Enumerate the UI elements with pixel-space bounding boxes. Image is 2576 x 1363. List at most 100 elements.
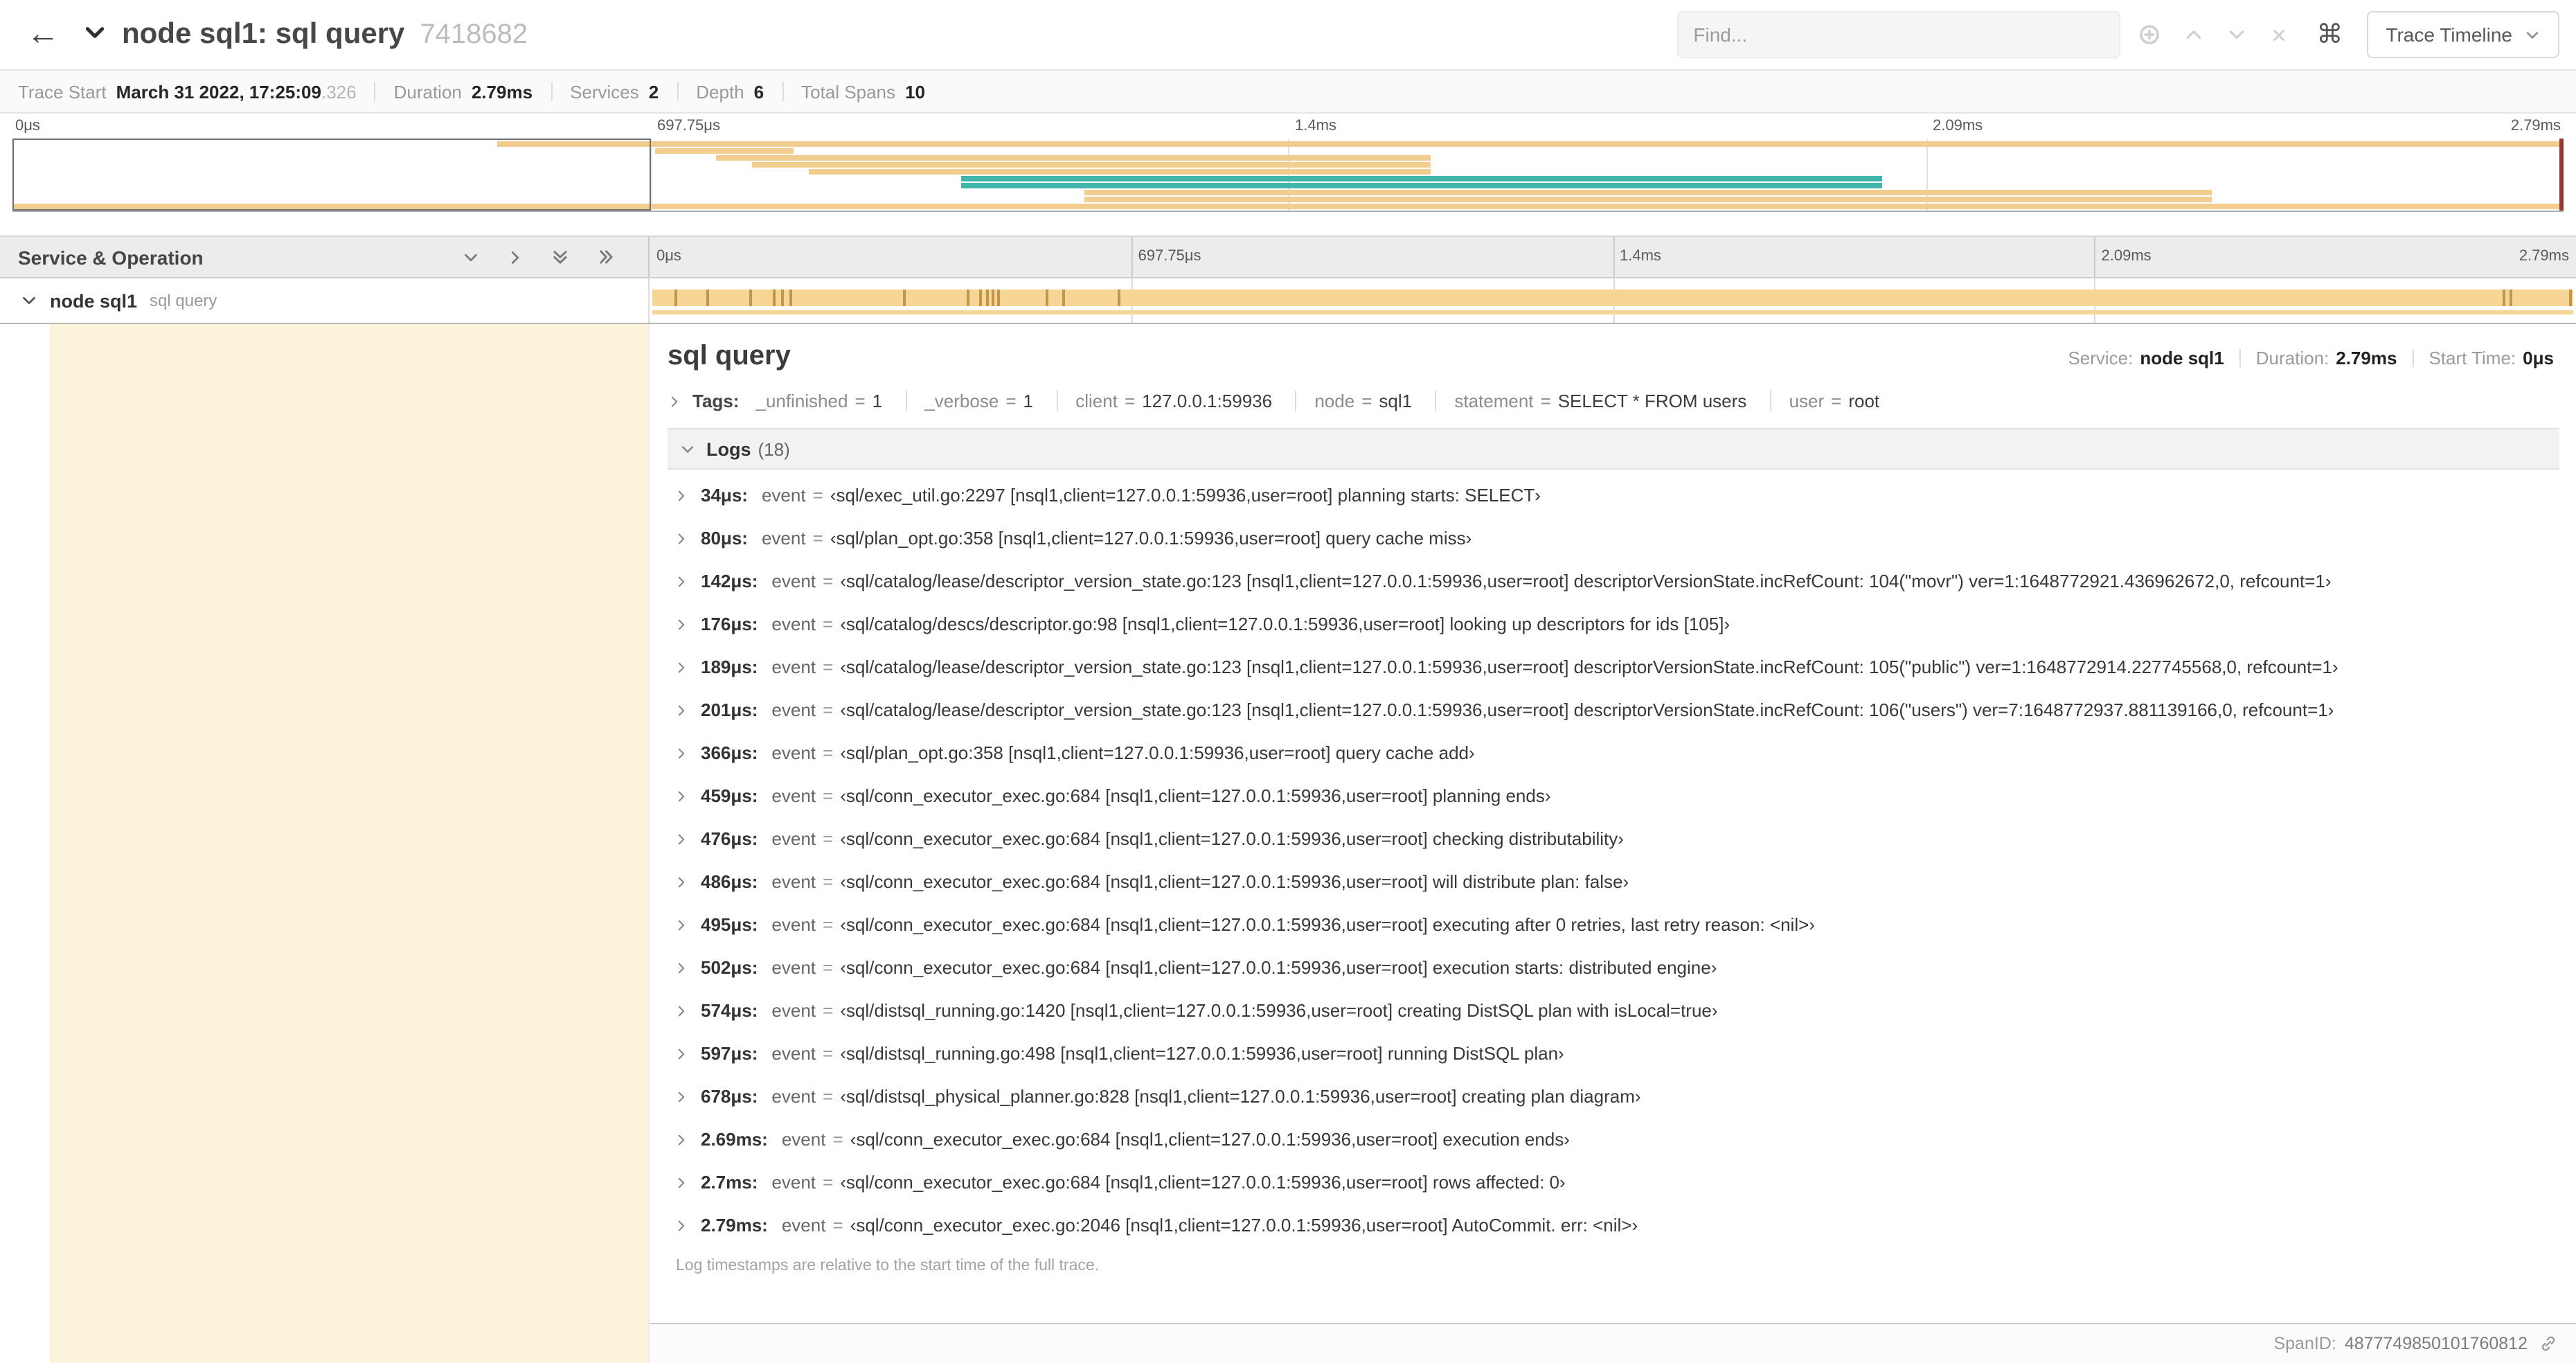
log-entry[interactable]: 486μs: event = ‹sql/conn_executor_exec.g…	[668, 860, 2559, 903]
log-marker-tick	[780, 289, 784, 306]
find-input[interactable]	[1676, 11, 2120, 58]
meta-duration-value: 2.79ms	[2336, 348, 2397, 368]
tick-label: 2.09ms	[2101, 248, 2152, 265]
trace-minimap: 0μs 697.75μs 1.4ms 2.09ms 2.79ms	[0, 114, 2576, 212]
chevron-right-icon	[674, 875, 688, 889]
expand-one-icon[interactable]	[507, 249, 524, 265]
trace-view-selector[interactable]: Trace Timeline	[2366, 11, 2559, 58]
log-timestamp: 176μs:	[701, 614, 758, 634]
link-icon[interactable]	[2539, 1334, 2558, 1353]
span-service-name: node sql1	[50, 290, 138, 311]
log-marker-tick	[706, 289, 709, 306]
log-entry[interactable]: 2.7ms: event = ‹sql/conn_executor_exec.g…	[668, 1161, 2559, 1204]
tag-equals: =	[1361, 391, 1372, 411]
chevron-right-icon	[674, 1046, 688, 1060]
log-timestamp: 189μs:	[701, 657, 758, 677]
log-entry[interactable]: 597μs: event = ‹sql/distsql_running.go:4…	[668, 1032, 2559, 1075]
summary-label: Services	[570, 81, 639, 102]
log-entry[interactable]: 476μs: event = ‹sql/conn_executor_exec.g…	[668, 817, 2559, 860]
log-entry[interactable]: 459μs: event = ‹sql/conn_executor_exec.g…	[668, 774, 2559, 817]
tag-value: SELECT * FROM users	[1557, 391, 1747, 411]
timeline-header: Service & Operation 0μs 697.75μs 1.4ms 2…	[0, 235, 2576, 278]
span-row-name-column[interactable]: node sql1 sql query	[0, 278, 648, 323]
span-timeline-area[interactable]	[648, 278, 2576, 323]
tags-row[interactable]: Tags: _unfinished = 1 _verbose = 1 clien…	[668, 391, 2559, 411]
log-equals: =	[832, 1129, 843, 1150]
log-timestamp: 142μs:	[701, 571, 758, 591]
chevron-down-icon[interactable]	[21, 292, 37, 309]
log-entry[interactable]: 201μs: event = ‹sql/catalog/lease/descri…	[668, 688, 2559, 731]
log-entry[interactable]: 2.79ms: event = ‹sql/conn_executor_exec.…	[668, 1204, 2559, 1247]
tick-label: 1.4ms	[1620, 248, 1661, 265]
log-timestamp: 80μs:	[701, 528, 748, 549]
log-equals: =	[823, 571, 834, 591]
tick-label: 0μs	[656, 248, 681, 265]
tag-equals: =	[1005, 391, 1017, 411]
spacer	[0, 212, 2576, 235]
find-zoom-icon[interactable]	[2138, 24, 2160, 46]
tag: _unfinished = 1	[755, 391, 882, 411]
log-entry[interactable]: 678μs: event = ‹sql/distsql_physical_pla…	[668, 1075, 2559, 1118]
log-entry[interactable]: 34μs: event = ‹sql/exec_util.go:2297 [ns…	[668, 474, 2559, 517]
log-entry[interactable]: 189μs: event = ‹sql/catalog/lease/descri…	[668, 645, 2559, 688]
back-button[interactable]: ←	[17, 17, 69, 51]
span-bar[interactable]	[652, 289, 2573, 306]
log-field-value: ‹sql/conn_executor_exec.go:684 [nsql1,cl…	[840, 1172, 1566, 1193]
collapse-all-icon[interactable]	[551, 248, 569, 266]
chevron-right-icon	[674, 789, 688, 803]
find-prev-icon[interactable]	[2183, 25, 2203, 44]
log-marker-tick	[978, 289, 982, 306]
find-clear-icon[interactable]	[2269, 26, 2287, 44]
log-timestamp: 597μs:	[701, 1043, 758, 1064]
log-entry[interactable]: 176μs: event = ‹sql/catalog/descs/descri…	[668, 603, 2559, 645]
log-marker-tick	[996, 289, 1000, 306]
log-field-value: ‹sql/conn_executor_exec.go:684 [nsql1,cl…	[840, 914, 1815, 935]
timeline-gridline	[1613, 237, 1614, 277]
tag: _verbose = 1	[905, 391, 1033, 411]
log-field-key: event	[761, 528, 806, 549]
minimap-selection[interactable]	[12, 139, 650, 211]
find-controls	[2138, 24, 2287, 46]
trace-collapse-toggle[interactable]	[80, 21, 109, 48]
collapse-controls	[463, 248, 648, 266]
log-field-value: ‹sql/distsql_running.go:1420 [nsql1,clie…	[840, 1000, 1718, 1021]
minimap-tick-labels: 0μs 697.75μs 1.4ms 2.09ms 2.79ms	[12, 114, 2564, 139]
minimap-scrubber-right[interactable]	[2559, 139, 2564, 211]
log-marker-tick	[985, 289, 989, 306]
chevron-right-icon	[674, 1132, 688, 1146]
logs-header[interactable]: Logs (18)	[668, 428, 2559, 470]
log-field-key: event	[771, 1172, 816, 1193]
depth-value: 6	[753, 81, 764, 102]
log-equals: =	[823, 1043, 834, 1064]
tag: client = 127.0.0.1:59936	[1056, 391, 1272, 411]
log-field-key: event	[781, 1215, 826, 1236]
divider	[2412, 349, 2414, 367]
log-entry[interactable]: 502μs: event = ‹sql/conn_executor_exec.g…	[668, 946, 2559, 989]
log-field-value: ‹sql/catalog/lease/descriptor_version_st…	[840, 700, 2334, 720]
minimap-canvas[interactable]	[12, 139, 2564, 212]
tick-label: 697.75μs	[657, 118, 720, 134]
log-timestamp: 476μs:	[701, 828, 758, 849]
divider	[374, 82, 376, 101]
span-row[interactable]: node sql1 sql query	[0, 278, 2576, 324]
log-entry[interactable]: 574μs: event = ‹sql/distsql_running.go:1…	[668, 989, 2559, 1032]
service-operation-header: Service & Operation	[0, 237, 648, 277]
divider	[551, 82, 553, 101]
log-entry[interactable]: 142μs: event = ‹sql/catalog/lease/descri…	[668, 560, 2559, 603]
log-timestamp: 2.7ms:	[701, 1172, 758, 1193]
trace-start-value: March 31 2022, 17:25:09.326	[116, 81, 357, 102]
log-entry[interactable]: 366μs: event = ‹sql/plan_opt.go:358 [nsq…	[668, 731, 2559, 774]
log-entry[interactable]: 80μs: event = ‹sql/plan_opt.go:358 [nsql…	[668, 517, 2559, 560]
tag-key: client	[1075, 391, 1118, 411]
log-entry[interactable]: 495μs: event = ‹sql/conn_executor_exec.g…	[668, 903, 2559, 946]
chevron-right-icon	[674, 617, 688, 631]
collapse-one-icon[interactable]	[463, 249, 479, 265]
total-spans-value: 10	[905, 81, 925, 102]
log-entry[interactable]: 2.69ms: event = ‹sql/conn_executor_exec.…	[668, 1118, 2559, 1161]
log-equals: =	[812, 528, 823, 549]
expand-all-icon[interactable]	[597, 248, 615, 266]
log-field-value: ‹sql/plan_opt.go:358 [nsql1,client=127.0…	[840, 742, 1475, 763]
find-next-icon[interactable]	[2226, 25, 2246, 44]
keyboard-shortcuts-button[interactable]: ⌘	[2316, 19, 2343, 51]
log-equals: =	[823, 957, 834, 978]
